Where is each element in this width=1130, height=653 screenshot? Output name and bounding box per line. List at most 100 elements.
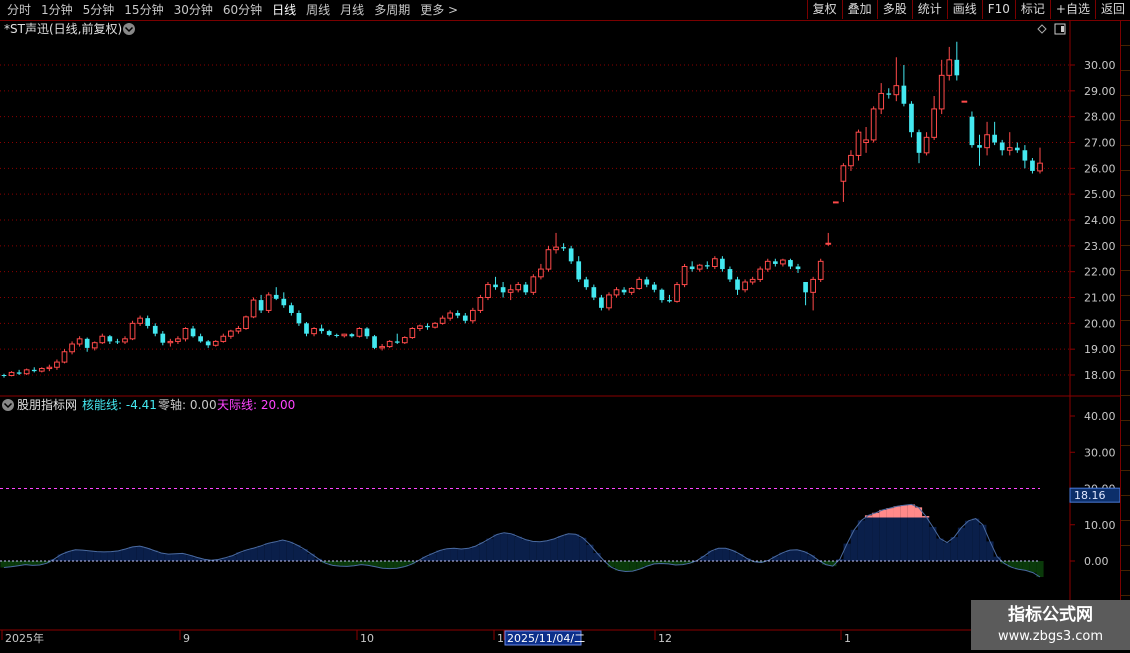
info-strip-row[interactable] — [1121, 521, 1130, 546]
candle[interactable] — [614, 287, 619, 297]
candle[interactable] — [523, 282, 528, 295]
info-strip-row[interactable] — [1121, 171, 1130, 196]
candle[interactable] — [629, 287, 634, 295]
candle[interactable] — [183, 327, 188, 341]
candle[interactable] — [781, 259, 786, 267]
info-strip-row[interactable] — [1121, 96, 1130, 121]
candle[interactable] — [788, 259, 793, 269]
chevron-down-icon[interactable] — [123, 23, 135, 35]
candle[interactable] — [62, 349, 67, 363]
chart-area[interactable]: *ST声迅(日线,前复权) 30.0029.0028.0027.0026.002… — [0, 21, 1130, 650]
candle[interactable] — [894, 57, 899, 101]
candle[interactable] — [690, 261, 695, 271]
candle[interactable] — [924, 132, 929, 155]
candle[interactable] — [985, 122, 990, 156]
candle[interactable] — [153, 323, 158, 336]
candle[interactable] — [47, 365, 52, 371]
candle[interactable] — [554, 233, 559, 254]
info-strip-row[interactable] — [1121, 246, 1130, 271]
indicator-collapse-icon[interactable] — [2, 399, 14, 411]
candle[interactable] — [531, 274, 536, 295]
info-strip-row[interactable] — [1121, 221, 1130, 246]
candle[interactable] — [584, 277, 589, 290]
candle[interactable] — [213, 340, 218, 346]
info-strip-row[interactable] — [1121, 71, 1130, 96]
candle[interactable] — [244, 316, 249, 330]
toolbar-button-5[interactable]: F10 — [982, 0, 1015, 19]
candle[interactable] — [622, 287, 627, 295]
candle[interactable] — [758, 267, 763, 283]
candle[interactable] — [418, 325, 423, 331]
candle[interactable] — [319, 325, 324, 334]
candle[interactable] — [55, 360, 60, 370]
candle[interactable] — [77, 336, 82, 346]
candle[interactable] — [206, 340, 211, 348]
candle-series[interactable] — [2, 42, 1043, 378]
diamond-icon[interactable] — [1038, 25, 1046, 33]
candle[interactable] — [939, 60, 944, 114]
candle[interactable] — [130, 321, 135, 340]
candle[interactable] — [266, 292, 271, 313]
candle[interactable] — [70, 341, 75, 354]
candle[interactable] — [24, 369, 29, 375]
candle[interactable] — [599, 295, 604, 311]
candle[interactable] — [229, 330, 234, 339]
info-strip-row[interactable] — [1121, 496, 1130, 521]
candle[interactable] — [826, 233, 831, 246]
info-strip-row[interactable] — [1121, 371, 1130, 396]
candle[interactable] — [440, 316, 445, 325]
candle[interactable] — [138, 316, 143, 326]
candle[interactable] — [108, 335, 113, 344]
candle[interactable] — [637, 277, 642, 290]
candle[interactable] — [743, 279, 748, 292]
info-strip-row[interactable] — [1121, 421, 1130, 446]
period-tab-3[interactable]: 15分钟 — [119, 0, 168, 20]
candle[interactable] — [516, 282, 521, 292]
info-strip-row[interactable] — [1121, 21, 1130, 46]
candle[interactable] — [1007, 132, 1012, 155]
info-strip-row[interactable] — [1121, 471, 1130, 496]
info-strip-row[interactable] — [1121, 46, 1130, 71]
info-strip-row[interactable] — [1121, 571, 1130, 596]
candle[interactable] — [750, 277, 755, 285]
candle[interactable] — [9, 371, 14, 376]
candle[interactable] — [493, 277, 498, 290]
candle[interactable] — [864, 127, 869, 153]
candle[interactable] — [720, 256, 725, 272]
candle[interactable] — [395, 334, 400, 344]
info-strip-row[interactable] — [1121, 296, 1130, 321]
candle[interactable] — [160, 331, 165, 345]
period-tab-4[interactable]: 30分钟 — [169, 0, 218, 20]
right-info-strip[interactable] — [1120, 21, 1130, 630]
candle[interactable] — [954, 42, 959, 81]
candle[interactable] — [652, 282, 657, 292]
candle[interactable] — [387, 340, 392, 348]
candle[interactable] — [198, 334, 203, 343]
kline-chart[interactable]: *ST声迅(日线,前复权) 30.0029.0028.0027.0026.002… — [0, 21, 1130, 650]
candle[interactable] — [546, 246, 551, 272]
candle[interactable] — [342, 334, 347, 338]
period-tab-5[interactable]: 60分钟 — [218, 0, 267, 20]
candle[interactable] — [289, 303, 294, 316]
candle[interactable] — [115, 339, 120, 344]
candle[interactable] — [471, 308, 476, 324]
candle[interactable] — [977, 135, 982, 166]
candle[interactable] — [478, 295, 483, 313]
candle[interactable] — [697, 264, 702, 272]
period-tab-6[interactable]: 日线 — [267, 0, 301, 20]
candle[interactable] — [970, 112, 975, 148]
candle[interactable] — [100, 334, 105, 344]
candle[interactable] — [833, 202, 838, 203]
period-tab-2[interactable]: 5分钟 — [78, 0, 120, 20]
candle[interactable] — [176, 336, 181, 344]
candle[interactable] — [455, 310, 460, 318]
candle[interactable] — [849, 150, 854, 171]
candle[interactable] — [682, 264, 687, 287]
candle[interactable] — [765, 259, 770, 272]
candle[interactable] — [856, 130, 861, 161]
toolbar-button-4[interactable]: 画线 — [947, 0, 982, 19]
candle[interactable] — [410, 327, 415, 339]
candle[interactable] — [909, 101, 914, 137]
candle[interactable] — [1023, 145, 1028, 168]
candle[interactable] — [902, 65, 907, 106]
